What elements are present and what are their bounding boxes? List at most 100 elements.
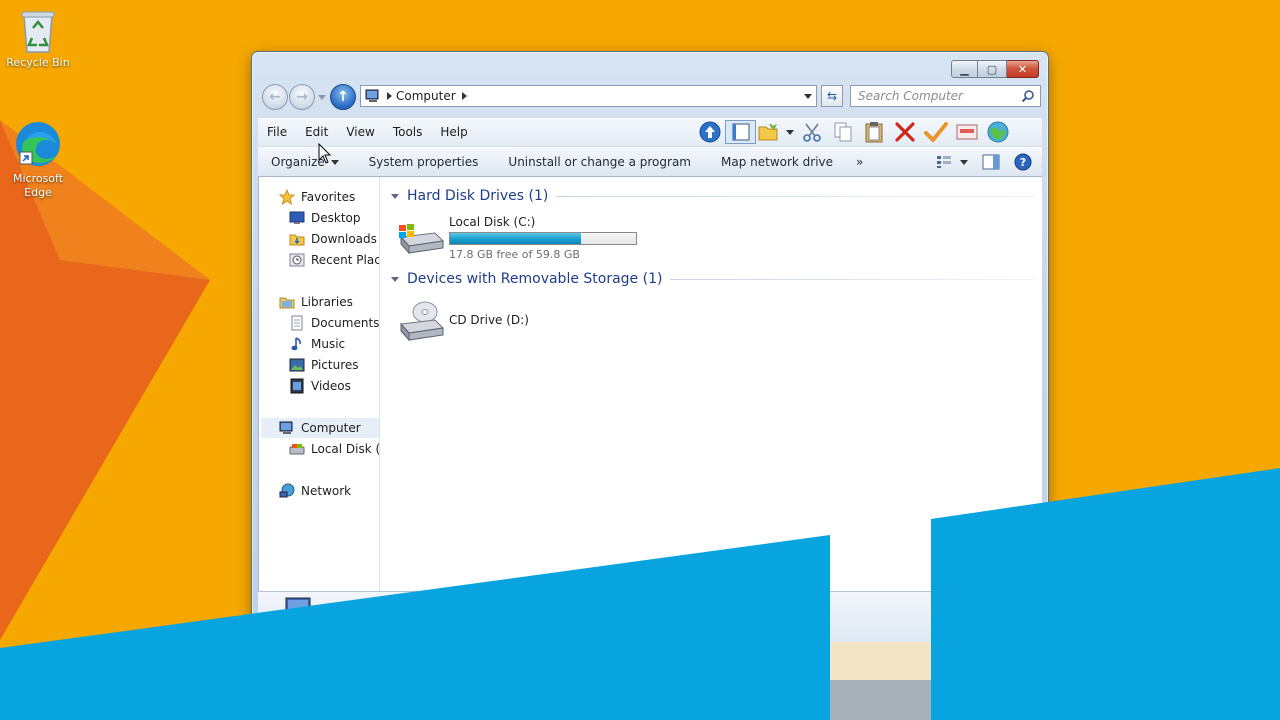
- maximize-icon: ▢: [986, 62, 998, 76]
- breadcrumb-separator-icon[interactable]: [461, 92, 467, 100]
- tree-downloads-label: Downloads: [311, 232, 377, 246]
- menu-edit[interactable]: Edit: [296, 125, 337, 139]
- uninstall-program-button[interactable]: Uninstall or change a program: [493, 155, 706, 169]
- address-bar[interactable]: Computer: [360, 85, 817, 107]
- view-dropdown-icon: [960, 159, 968, 165]
- svg-text:?: ?: [1020, 156, 1026, 169]
- videos-icon: [289, 378, 305, 394]
- toolbar-up-button[interactable]: [694, 120, 725, 144]
- recent-pages-dropdown-icon[interactable]: [318, 95, 326, 100]
- breadcrumb-computer[interactable]: Computer: [396, 89, 456, 103]
- tree-desktop-label: Desktop: [311, 211, 361, 225]
- tree-music-label: Music: [311, 337, 346, 351]
- recycle-bin-label: Recycle Bin: [6, 56, 70, 69]
- toolbar-preview-pane-button[interactable]: [725, 120, 756, 144]
- edge-shortcut[interactable]: Microsoft Edge: [0, 118, 76, 200]
- collapse-group-icon[interactable]: [391, 193, 399, 199]
- search-icon[interactable]: [1021, 89, 1035, 103]
- tree-favorites[interactable]: Favorites: [279, 187, 355, 207]
- toolbar-delete-button[interactable]: [889, 120, 920, 144]
- tree-desktop[interactable]: Desktop: [289, 208, 361, 228]
- command-bar: Organize System properties Uninstall or …: [258, 147, 1042, 177]
- forward-button[interactable]: →: [289, 84, 315, 110]
- tree-recent-places[interactable]: Recent Places: [289, 250, 379, 270]
- menu-bar: File Edit View Tools Help: [258, 118, 1042, 146]
- toolbar-paste-button[interactable]: [858, 120, 889, 144]
- close-button[interactable]: ✕: [1007, 60, 1039, 78]
- menu-file[interactable]: File: [258, 125, 296, 139]
- refresh-button[interactable]: ⇆: [821, 85, 843, 107]
- tree-computer[interactable]: Computer: [261, 418, 379, 438]
- toolbar-email-button[interactable]: [951, 120, 982, 144]
- desktop-folder-icon: [289, 210, 305, 226]
- tree-recent-places-label: Recent Places: [311, 253, 379, 267]
- group-header-hard-disks[interactable]: Hard Disk Drives (1): [391, 186, 1036, 206]
- classic-toolbar: [694, 120, 1013, 144]
- back-button[interactable]: ←: [262, 84, 288, 110]
- search-placeholder: Search Computer: [858, 89, 963, 103]
- preview-pane-icon: [732, 123, 749, 141]
- group-header-removable[interactable]: Devices with Removable Storage (1): [391, 269, 1036, 289]
- details-pane: [258, 591, 1042, 650]
- tree-downloads[interactable]: Downloads: [289, 229, 377, 249]
- toolbar-copy-button[interactable]: [827, 120, 858, 144]
- organize-label: Organize: [271, 155, 325, 169]
- globe-icon: [987, 121, 1008, 143]
- drive-c-free-space: 17.8 GB free of 59.8 GB: [449, 248, 580, 261]
- explorer-window: ▁ ▢ ✕ ← → ↑ Computer ⇆ Search Computer F…: [251, 51, 1049, 651]
- group-title-removable: Devices with Removable Storage (1): [407, 271, 663, 287]
- toolbar-cut-button[interactable]: [796, 120, 827, 144]
- address-dropdown-icon[interactable]: [804, 94, 812, 99]
- toolbar-properties-button[interactable]: [920, 120, 951, 144]
- content-area: Favorites Desktop Downloads Recent Place…: [258, 177, 1042, 591]
- recycle-bin-shortcut[interactable]: Recycle Bin: [0, 8, 76, 70]
- recycle-bin-icon: [21, 11, 55, 53]
- tree-videos[interactable]: Videos: [289, 376, 351, 396]
- tree-network[interactable]: Network: [279, 481, 351, 501]
- refresh-icon: ⇆: [826, 89, 838, 103]
- group-divider: [556, 195, 1036, 197]
- search-input[interactable]: Search Computer: [850, 85, 1041, 107]
- libraries-icon: [279, 294, 295, 310]
- drive-c-usage-bar: [449, 232, 637, 245]
- minimize-button[interactable]: ▁: [951, 60, 978, 78]
- change-view-button[interactable]: [936, 155, 968, 169]
- navigation-pane: Favorites Desktop Downloads Recent Place…: [259, 177, 380, 591]
- tree-documents[interactable]: Documents: [289, 313, 379, 333]
- tree-documents-label: Documents: [311, 316, 380, 330]
- folder-dropdown-icon: [786, 129, 794, 135]
- tree-local-disk-label: Local Disk (C:): [311, 442, 380, 456]
- drive-cd-d[interactable]: CD Drive (D:): [395, 298, 529, 344]
- maximize-button[interactable]: ▢: [978, 60, 1007, 78]
- view-controls: ?: [936, 153, 1032, 171]
- tree-music[interactable]: Music: [289, 334, 345, 354]
- navigation-bar: ← → ↑ Computer ⇆ Search Computer: [260, 84, 1041, 110]
- downloads-folder-icon: [289, 231, 305, 247]
- up-button[interactable]: ↑: [330, 84, 356, 110]
- more-commands-button[interactable]: »: [848, 155, 878, 169]
- tree-pictures[interactable]: Pictures: [289, 355, 359, 375]
- breadcrumb-separator-icon[interactable]: [387, 92, 392, 100]
- system-properties-button[interactable]: System properties: [354, 155, 494, 169]
- tree-libraries[interactable]: Libraries: [279, 292, 353, 312]
- computer-icon: [279, 420, 295, 436]
- preview-pane-toggle-icon[interactable]: [982, 154, 1000, 170]
- properties-check-icon: [923, 122, 948, 142]
- menu-view[interactable]: View: [337, 125, 383, 139]
- tree-libraries-label: Libraries: [301, 295, 353, 309]
- tree-local-disk[interactable]: Local Disk (C:): [289, 439, 380, 459]
- paste-icon: [865, 122, 882, 143]
- collapse-group-icon[interactable]: [391, 276, 399, 282]
- map-network-drive-button[interactable]: Map network drive: [706, 155, 848, 169]
- toolbar-globe-button[interactable]: [982, 120, 1013, 144]
- drive-local-disk-c[interactable]: Local Disk (C:) 17.8 GB free of 59.8 GB: [395, 215, 637, 261]
- tree-pictures-label: Pictures: [311, 358, 359, 372]
- menu-help[interactable]: Help: [431, 125, 476, 139]
- back-arrow-icon: ←: [269, 89, 281, 105]
- toolbar-folders-button[interactable]: [756, 120, 796, 144]
- menu-tools[interactable]: Tools: [384, 125, 432, 139]
- drive-c-name: Local Disk (C:): [449, 215, 536, 229]
- organize-button[interactable]: Organize: [258, 155, 354, 169]
- up-arrow-icon: ↑: [337, 89, 349, 105]
- help-icon[interactable]: ?: [1014, 153, 1032, 171]
